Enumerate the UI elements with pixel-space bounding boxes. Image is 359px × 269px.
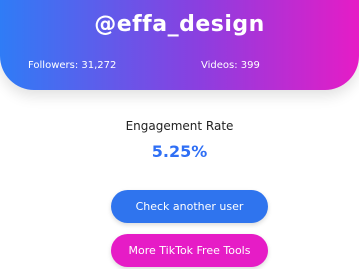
- videos-count: Videos: 399: [201, 60, 260, 71]
- engagement-rate-value: 5.25%: [151, 142, 208, 161]
- page: @effa_design Followers: 31,272 Videos: 3…: [0, 0, 359, 269]
- followers-count: Followers: 31,272: [28, 60, 117, 71]
- more-tiktok-tools-button[interactable]: More TikTok Free Tools: [111, 234, 268, 267]
- profile-header-card: @effa_design Followers: 31,272 Videos: 3…: [0, 0, 359, 90]
- check-another-user-button[interactable]: Check another user: [111, 190, 268, 223]
- username-title: @effa_design: [94, 12, 265, 37]
- engagement-rate-label: Engagement Rate: [125, 119, 234, 133]
